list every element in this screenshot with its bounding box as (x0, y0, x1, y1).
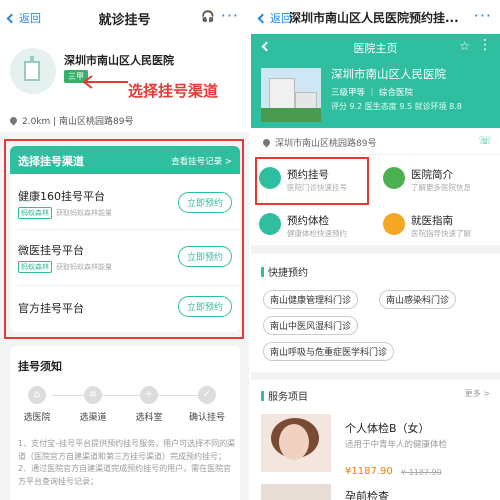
check-step-icon: ✓ (198, 386, 216, 404)
department-tag[interactable]: 南山呼吸与危重症医学科门诊 (263, 342, 395, 361)
hospital-logo-icon (10, 48, 56, 94)
address-row[interactable]: 深圳市南山区桃园路89号 ☏ (251, 128, 500, 154)
department-tag[interactable]: 南山感染科门诊 (379, 290, 457, 309)
phone-icon[interactable]: ☏ (478, 134, 492, 147)
chevron-left-icon (257, 13, 268, 23)
star-icon[interactable]: ☆ (459, 39, 470, 53)
more-icon[interactable]: ··· (474, 6, 492, 25)
product-name[interactable]: 个人体检B（女） (345, 420, 430, 436)
hospital-name: 深圳市南山区人民医院 (331, 67, 446, 81)
hospital-scores: 评分 9.2 医生态度 9.5 就诊环境 8.8 (331, 102, 462, 111)
hospital-info: 深圳市南山区人民医院 三级甲等 ｜ 综合医院 评分 9.2 医生态度 9.5 就… (251, 60, 500, 128)
department-tag[interactable]: 南山中医风湿科门诊 (263, 316, 359, 335)
location-pin-icon (8, 115, 19, 126)
hospital-name: 深圳市南山区人民医院 (64, 54, 174, 67)
plus-step-icon: + (140, 386, 158, 404)
more-icon[interactable]: ··· (221, 6, 239, 25)
highlight-box (255, 157, 369, 205)
product-desc: 适用于中青年人的健康体检 (345, 440, 448, 450)
hospital-image (261, 68, 321, 122)
annotation-arrow-icon (82, 75, 128, 89)
annotation-label: 选择挂号渠道 (128, 82, 219, 100)
notice-text: 1、支付宝–挂号平台提供预约挂号服务，用户可选择不同的渠道（医院官方自建渠道和第… (18, 439, 236, 486)
hospital-step-icon: ⌂ (28, 386, 46, 404)
checkup-icon (259, 213, 281, 235)
left-header: 返回 就诊挂号 🎧 ··· (0, 0, 249, 34)
step-3: + 选科室 (124, 386, 174, 423)
hospital-home-bar: 医院主页 ☆ ⋮ (251, 34, 500, 60)
notice-card: 挂号须知 ⌂ 选医院 ≡ 选渠道 + 选科室 ✓ 确认挂号 1、支付宝–挂号平台提供预约… (10, 346, 240, 500)
quick-booking: 快捷预约 南山健康管理科门诊 南山感染科门诊 南山中医风湿科门诊 南山呼吸与危重… (251, 254, 500, 372)
guide-icon (383, 213, 405, 235)
page-title: 深圳市南山区人民医院预约挂... (289, 11, 459, 25)
right-panel: 返回 深圳市南山区人民医院预约挂... ··· 医院主页 ☆ ⋮ 深圳市南山区人… (251, 0, 500, 500)
hospital-address: 2.0km | 南山区桃园路89号 (8, 114, 134, 127)
step-1: ⌂ 选医院 (12, 386, 62, 423)
service-items: 服务项目 更多 > 个人体检B（女） 适用于中青年人的健康体检 ¥1187.90… (251, 380, 500, 500)
product-name-2[interactable]: 孕前检查 (345, 488, 389, 500)
hospital-icon (383, 167, 405, 189)
more-link[interactable]: 更多 > (465, 388, 490, 399)
headset-icon[interactable]: 🎧 (201, 10, 215, 23)
list-step-icon: ≡ (84, 386, 102, 404)
service-checkup[interactable]: 预约体检 健康体检快速预约 (251, 203, 375, 247)
department-tag[interactable]: 南山健康管理科门诊 (263, 290, 359, 309)
back-button[interactable]: 返回 (257, 10, 292, 26)
left-panel: 返回 就诊挂号 🎧 ··· 深圳市南山区人民医院 三甲 2.0km | 南山区桃… (0, 0, 249, 500)
notice-title: 挂号须知 (18, 360, 62, 373)
product-old-price: ¥ 1187.90 (401, 468, 442, 477)
step-2: ≡ 选渠道 (68, 386, 118, 423)
service-guide[interactable]: 就医指南 医院指导快速了解 (375, 203, 499, 247)
product-image-2[interactable] (261, 484, 331, 500)
service-hospital-intro[interactable]: 医院简介 了解更多医院信息 (375, 157, 499, 201)
step-4: ✓ 确认挂号 (182, 386, 232, 423)
location-pin-icon (261, 137, 272, 148)
hospital-level: 三级甲等 ｜ 综合医院 (331, 88, 413, 98)
highlight-box (4, 139, 244, 339)
product-image[interactable] (261, 414, 331, 472)
product-price: ¥1187.90 (345, 466, 393, 477)
menu-icon[interactable]: ⋮ (478, 37, 492, 53)
